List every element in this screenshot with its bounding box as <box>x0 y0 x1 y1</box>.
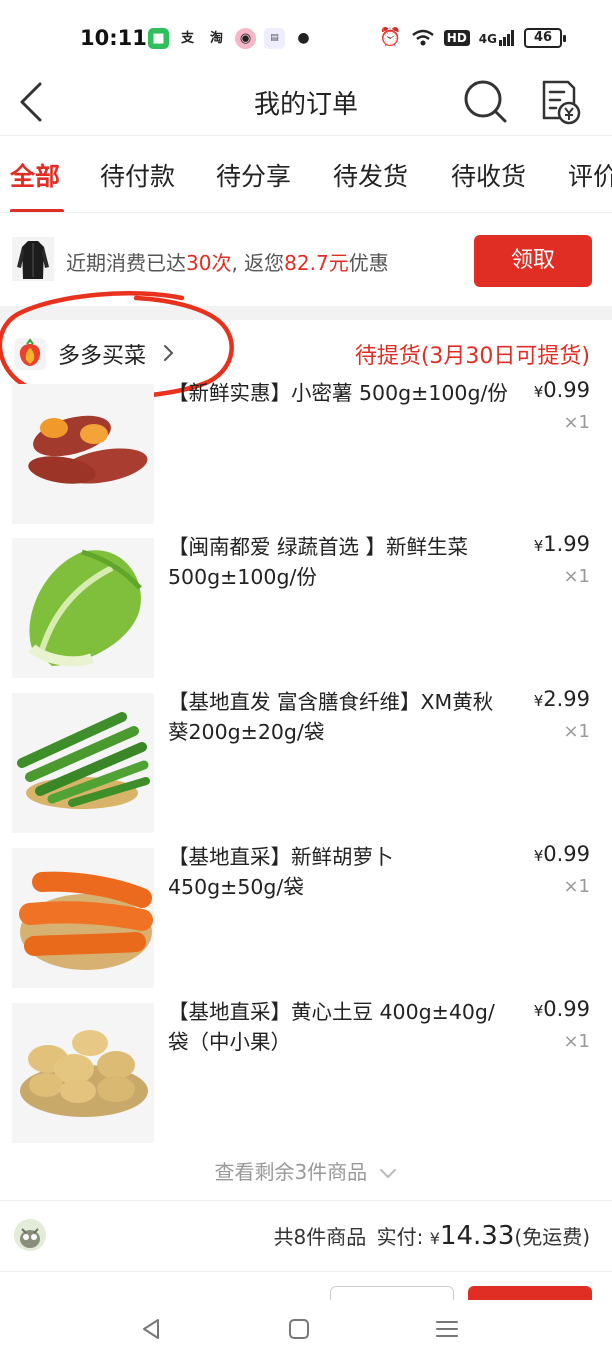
shipping-note: (免运费) <box>514 1225 590 1249</box>
currency-symbol: ¥ <box>533 537 544 555</box>
order-tabs: 全部 待付款 待分享 待发货 待收货 评价 <box>0 137 612 213</box>
promo-text-suffix: 优惠 <box>348 251 389 275</box>
okra-image <box>12 693 154 833</box>
status-bar: 10:11 ■ 支 淘 ◉ ▤ ● ⏰ HD 4G 46 <box>0 0 612 78</box>
sweet-potato-image <box>12 384 154 524</box>
item-price-value: 0.99 <box>543 378 590 402</box>
alipay-icon: 支 <box>180 31 194 46</box>
item-title: 【基地直采】黄心土豆 400g±40g/袋（中小果） <box>168 1000 495 1054</box>
promo-text: 近期消费已达30次, 返您82.7元优惠 <box>66 247 389 276</box>
order-item[interactable]: 【基地直发 富含膳食纤维】XM黄秋葵200g±20g/袋 ¥2.99 ×1 <box>0 687 612 843</box>
item-price: ¥0.99 <box>534 842 590 866</box>
currency-symbol: ¥ <box>533 1002 544 1020</box>
item-price: ¥0.99 <box>534 997 590 1021</box>
item-title: 【基地直采】新鲜胡萝卜 450g±50g/袋 <box>168 845 394 899</box>
potato-image <box>12 1003 154 1143</box>
item-count: 共8件商品 <box>273 1225 367 1249</box>
tab-review[interactable]: 评价 <box>568 157 612 193</box>
item-price-value: 1.99 <box>543 532 590 556</box>
item-price: ¥1.99 <box>534 532 590 556</box>
alarm-icon: ⏰ <box>379 27 402 48</box>
order-item[interactable]: 【基地直采】新鲜胡萝卜 450g±50g/袋 ¥0.99 ×1 <box>0 842 612 998</box>
promo-amount: 82.7元 <box>284 251 349 275</box>
order-summary: 共8件商品 实付: ¥14.33(免运费) <box>0 1201 612 1271</box>
status-indicators: ⏰ HD 4G 46 <box>379 27 566 48</box>
item-title: 【基地直发 富含膳食纤维】XM黄秋葵200g±20g/袋 <box>168 690 494 744</box>
status-time: 10:11 <box>80 26 147 50</box>
tab-pending-receipt[interactable]: 待收货 <box>451 157 526 193</box>
battery-icon: 46 <box>524 27 566 48</box>
currency-symbol: ¥ <box>533 692 544 710</box>
summary-text: 共8件商品 实付: ¥14.33(免运费) <box>274 1221 590 1251</box>
tab-all[interactable]: 全部 <box>10 157 60 193</box>
system-nav-bar <box>0 1300 612 1353</box>
item-quantity: ×1 <box>563 566 590 587</box>
tab-pending-payment[interactable]: 待付款 <box>100 157 175 193</box>
promo-count: 30次 <box>186 251 232 275</box>
divider <box>0 1271 612 1272</box>
wifi-icon <box>412 29 434 45</box>
tab-pending-shipment[interactable]: 待发货 <box>333 157 408 193</box>
item-quantity: ×1 <box>563 721 590 742</box>
lettuce-image <box>12 538 154 678</box>
signal-icon: 4G <box>478 29 515 46</box>
order-item[interactable]: 【新鲜实惠】小密薯 500g±100g/份 ¥0.99 ×1 <box>0 378 612 534</box>
nav-back-icon[interactable] <box>136 1314 166 1344</box>
item-quantity: ×1 <box>563 412 590 433</box>
screen: 10:11 ■ 支 淘 ◉ ▤ ● ⏰ HD 4G 46 我的订单 全部 待付款… <box>0 0 612 1353</box>
page-title: 我的订单 <box>253 90 358 120</box>
claim-button[interactable]: 领取 <box>474 235 592 287</box>
view-more-label: 查看剩余3件商品 <box>214 1160 368 1184</box>
currency-symbol: ¥ <box>533 847 544 865</box>
nav-menu-icon[interactable] <box>432 1314 462 1344</box>
item-price-value: 2.99 <box>543 687 590 711</box>
item-price: ¥0.99 <box>534 378 590 402</box>
item-title: 【闽南都爱 绿蔬首选 】新鲜生菜500g±100g/份 <box>168 535 469 589</box>
promo-banner: 近期消费已达30次, 返您82.7元优惠 领取 <box>0 213 612 306</box>
item-price-value: 0.99 <box>543 997 590 1021</box>
store-name[interactable]: 多多买菜 <box>58 338 146 370</box>
carrot-image <box>12 848 154 988</box>
item-title: 【新鲜实惠】小密薯 500g±100g/份 <box>168 381 508 405</box>
chevron-down-icon <box>379 1168 396 1178</box>
view-more-link[interactable]: 查看剩余3件商品 <box>0 1156 612 1185</box>
item-price-value: 0.99 <box>543 842 590 866</box>
game-app-icon: ◉ <box>235 28 256 49</box>
item-quantity: ×1 <box>563 876 590 897</box>
taobao-icon: 淘 <box>209 31 223 46</box>
paid-amount: 14.33 <box>439 1221 515 1251</box>
store-logo-icon <box>14 338 46 370</box>
item-price: ¥2.99 <box>534 687 590 711</box>
item-quantity: ×1 <box>563 1031 590 1052</box>
notification-dot-icon: ● <box>297 30 310 46</box>
coat-product-image <box>12 237 54 281</box>
hd-badge: HD <box>443 29 470 46</box>
section-gap <box>0 306 612 320</box>
calendar-icon: ▤ <box>264 28 285 49</box>
paid-label: 实付: <box>376 1225 424 1249</box>
currency-symbol: ¥ <box>533 383 544 401</box>
tab-pending-share[interactable]: 待分享 <box>216 157 291 193</box>
promo-text-middle: , 返您 <box>231 251 285 275</box>
status-app-icons: ■ 支 淘 ◉ ▤ ● <box>148 28 314 49</box>
order-status: 待提货(3月30日可提货) <box>354 344 590 369</box>
invoice-icon[interactable] <box>536 78 582 126</box>
network-type: 4G <box>478 31 497 46</box>
avatar[interactable] <box>14 1219 46 1251</box>
search-icon[interactable] <box>462 78 508 124</box>
nav-home-icon[interactable] <box>284 1314 314 1344</box>
promo-text-prefix: 近期消费已达 <box>66 251 186 275</box>
nav-bar: 我的订单 <box>0 68 612 136</box>
order-item[interactable]: 【闽南都爱 绿蔬首选 】新鲜生菜500g±100g/份 ¥1.99 ×1 <box>0 532 612 688</box>
message-app-icon: ■ <box>148 28 169 49</box>
order-item[interactable]: 【基地直采】黄心土豆 400g±40g/袋（中小果） ¥0.99 ×1 <box>0 997 612 1153</box>
currency-symbol: ¥ <box>429 1229 440 1248</box>
chevron-right-icon[interactable] <box>162 342 176 364</box>
